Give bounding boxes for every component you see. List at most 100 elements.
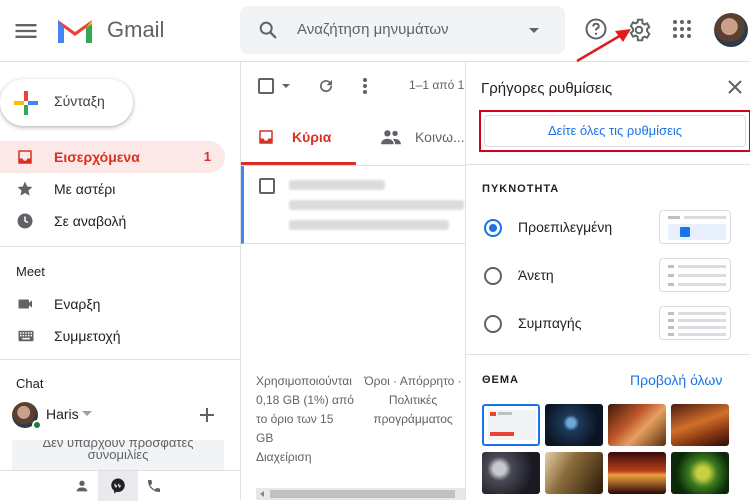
density-option-comfortable[interactable]: Άνετη xyxy=(466,256,750,296)
theme-thumbnail-desert[interactable] xyxy=(671,404,729,446)
density-preview-compact xyxy=(659,306,731,340)
scrollbar-thumb[interactable] xyxy=(270,490,455,498)
redacted-subject xyxy=(289,200,464,210)
storage-line: GB xyxy=(256,431,274,445)
inbox-icon xyxy=(259,130,273,144)
video-camera-icon xyxy=(18,299,32,309)
close-icon[interactable] xyxy=(728,80,742,94)
theme-thumbnail-default[interactable] xyxy=(482,404,540,446)
sidebar-item-snoozed[interactable]: Σε αναβολή xyxy=(0,205,225,237)
scroll-left-icon[interactable] xyxy=(260,491,264,497)
terms-line[interactable]: Πολιτικές xyxy=(361,391,465,410)
no-recent-chats-message: Δεν υπάρχουν πρόσφατες συνομιλίες xyxy=(12,440,224,470)
refresh-icon[interactable] xyxy=(317,77,335,95)
main-menu-button[interactable] xyxy=(12,17,40,45)
radio-selected[interactable] xyxy=(484,219,502,237)
theme-thumbnail-canyon[interactable] xyxy=(608,404,666,446)
density-option-default[interactable]: Προεπιλεγμένη xyxy=(466,208,750,248)
theme-thumbnail-bubbles[interactable] xyxy=(482,452,540,494)
page-range: 1–1 από 1 xyxy=(409,78,465,92)
redacted-sender xyxy=(289,180,385,190)
search-icon[interactable] xyxy=(257,19,279,41)
keyboard-icon xyxy=(18,330,34,342)
radio-unselected[interactable] xyxy=(484,267,502,285)
inbox-icon xyxy=(18,150,32,164)
compose-plus-icon xyxy=(14,91,38,115)
chat-user-status-button[interactable]: Haris xyxy=(12,402,102,432)
storage-info: Χρησιμοποιούνται 0,18 GB (1%) από το όρι… xyxy=(256,372,361,467)
compose-button[interactable]: Σύνταξη xyxy=(0,79,133,126)
theme-thumbnail-space[interactable] xyxy=(545,404,603,446)
phone-icon[interactable] xyxy=(146,478,162,494)
email-row-checkbox[interactable] xyxy=(259,178,275,194)
terms-line[interactable]: Όροι · Απόρρητο · xyxy=(361,372,465,391)
chat-tab[interactable] xyxy=(98,471,138,501)
density-section-title: ΠΥΚΝΟΤΗΤΑ xyxy=(482,183,560,195)
tab-social[interactable]: Κοινω... xyxy=(370,110,465,165)
google-apps-button[interactable] xyxy=(670,17,694,41)
sidebar-item-inbox[interactable]: Εισερχόμενα 1 xyxy=(0,141,225,173)
section-divider xyxy=(466,164,750,165)
storage-line: Χρησιμοποιούνται xyxy=(256,374,352,388)
density-option-label: Συμπαγής xyxy=(518,315,582,331)
search-bar[interactable]: Αναζήτηση μηνυμάτων xyxy=(240,6,565,54)
theme-thumbnail-nature[interactable] xyxy=(671,452,729,494)
chat-section-title: Chat xyxy=(16,376,44,391)
gmail-m-icon xyxy=(58,20,92,43)
quick-settings-title: Γρήγορες ρυθμίσεις xyxy=(481,80,613,97)
hamburger-icon xyxy=(15,24,37,38)
density-option-label: Προεπιλεγμένη xyxy=(518,219,613,235)
search-options-dropdown-icon[interactable] xyxy=(528,27,540,35)
sidebar-item-label: Συμμετοχή xyxy=(54,328,121,344)
chevron-down-icon xyxy=(82,411,92,416)
density-option-label: Άνετη xyxy=(518,267,554,283)
storage-line: το όριο των 15 xyxy=(256,412,334,426)
horizontal-scrollbar[interactable] xyxy=(256,488,465,500)
sidebar-bottom-tabs xyxy=(0,470,240,501)
clock-icon xyxy=(17,213,33,229)
sidebar-divider xyxy=(0,246,240,247)
meet-new-meeting-item[interactable]: Εναρξη xyxy=(0,288,225,320)
sidebar-item-label: Σε αναβολή xyxy=(54,213,127,229)
people-icon xyxy=(381,130,401,145)
sidebar-item-starred[interactable]: Με αστέρι xyxy=(0,173,225,205)
theme-section-title: ΘΕΜΑ xyxy=(482,374,519,386)
tab-label: Κύρια xyxy=(292,129,332,145)
theme-thumbnail-chess[interactable] xyxy=(545,452,603,494)
apps-grid-icon xyxy=(673,20,691,38)
see-all-settings-button[interactable]: Δείτε όλες τις ρυθμίσεις xyxy=(484,115,746,147)
radio-unselected[interactable] xyxy=(484,315,502,333)
account-avatar[interactable] xyxy=(714,13,748,47)
sidebar-item-label: Με αστέρι xyxy=(54,181,116,197)
quick-settings-panel: Γρήγορες ρυθμίσεις Δείτε όλες τις ρυθμίσ… xyxy=(465,62,750,500)
tab-label: Κοινω... xyxy=(415,129,465,145)
sidebar-item-label: Εναρξη xyxy=(54,296,101,312)
mail-toolbar: 1–1 από 1 xyxy=(241,62,465,110)
top-header: Gmail Αναζήτηση μηνυμάτων xyxy=(0,0,750,62)
search-input[interactable]: Αναζήτηση μηνυμάτων xyxy=(297,21,449,38)
annotation-highlight-box: Δείτε όλες τις ρυθμίσεις xyxy=(479,110,750,152)
contacts-person-icon[interactable] xyxy=(74,478,90,494)
star-icon xyxy=(17,181,33,196)
email-list-row[interactable] xyxy=(241,166,465,244)
terms-links[interactable]: Όροι · Απόρρητο · Πολιτικές προγράμματος xyxy=(361,372,465,429)
select-dropdown-icon[interactable] xyxy=(282,84,290,89)
meet-section-title: Meet xyxy=(16,264,45,279)
density-option-compact[interactable]: Συμπαγής xyxy=(466,304,750,344)
meet-join-meeting-item[interactable]: Συμμετοχή xyxy=(0,320,225,352)
theme-thumbnail-sunset[interactable] xyxy=(608,452,666,494)
view-all-themes-link[interactable]: Προβολή όλων xyxy=(630,372,722,388)
gmail-logo[interactable]: Gmail xyxy=(55,14,195,48)
online-status-dot xyxy=(32,420,42,430)
sidebar-divider xyxy=(0,359,240,360)
new-chat-plus-icon[interactable] xyxy=(199,407,215,423)
select-all-checkbox[interactable] xyxy=(258,78,274,94)
chat-user-name: Haris xyxy=(46,406,79,422)
tab-primary[interactable]: Κύρια xyxy=(241,110,356,165)
redacted-snippet xyxy=(289,220,449,230)
storage-line: 0,18 GB (1%) από xyxy=(256,393,354,407)
manage-storage-link[interactable]: Διαχείριση xyxy=(256,448,361,467)
terms-line[interactable]: προγράμματος xyxy=(361,410,465,429)
more-vert-icon[interactable] xyxy=(362,77,368,95)
density-preview-default xyxy=(659,210,731,244)
